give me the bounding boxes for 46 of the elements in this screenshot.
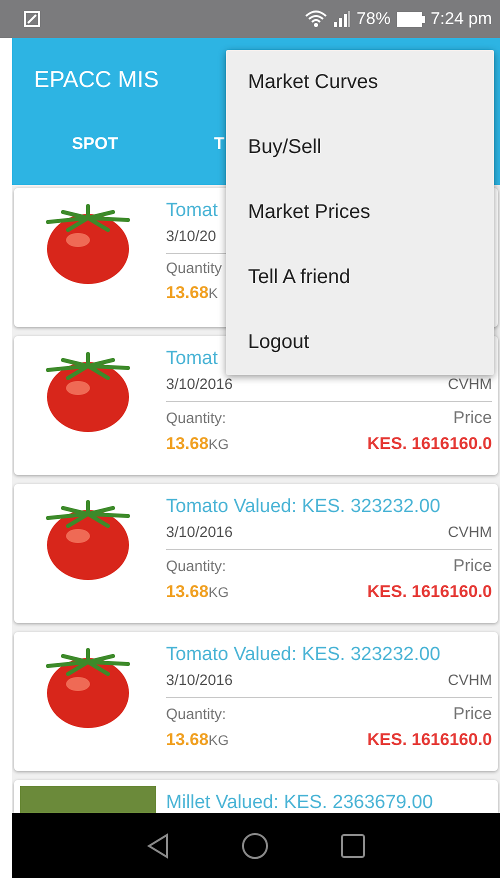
date-text: 3/10/2016 [166, 376, 233, 393]
quantity-label: Quantity: [166, 558, 226, 575]
code-text: CVHM [448, 376, 492, 393]
quantity-value: 13.68 [166, 434, 209, 453]
back-icon[interactable] [147, 832, 169, 858]
price-label: Price [453, 704, 492, 724]
quantity-value: 13.68 [166, 582, 209, 601]
unit-text: KG [208, 436, 229, 452]
quantity-label: Quantity: [166, 706, 226, 723]
menu-item[interactable]: Market Curves [226, 50, 494, 115]
card-title: Tomat [166, 200, 218, 221]
recents-icon[interactable] [341, 834, 365, 858]
unit-text: KG [208, 584, 229, 600]
price-label: Price [453, 556, 492, 576]
commodity-card[interactable]: Tomato Valued: KES. 323232.00 3/10/2016 CVHM Quantity: Price 13.68KG KES. 1616160.0 [14, 484, 498, 623]
menu-item[interactable]: Market Prices [226, 180, 494, 245]
card-title: Tomato Valued: KES. 323232.00 [166, 496, 440, 517]
quantity-value: 13.68 [166, 730, 209, 749]
quantity-label: Quantity: [166, 410, 226, 427]
clock-time: 7:24 pm [430, 9, 492, 29]
code-text: CVHM [448, 672, 492, 689]
battery-percent: 78% [356, 9, 391, 29]
code-text: CVHM [448, 524, 492, 541]
quantity-value: 13.68 [166, 283, 209, 302]
date-text: 3/10/2016 [166, 524, 233, 541]
image-icon [24, 11, 40, 27]
menu-item[interactable]: Buy/Sell [226, 115, 494, 180]
home-icon[interactable] [241, 832, 269, 860]
price-value: KES. 1616160.0 [367, 730, 492, 750]
date-text: 3/10/2016 [166, 672, 233, 689]
card-title: Millet Valued: KES. 2363679.00 [166, 792, 433, 813]
price-value: KES. 1616160.0 [367, 434, 492, 454]
price-label: Price [453, 408, 492, 428]
battery-icon [396, 12, 425, 26]
card-title: Tomato Valued: KES. 323232.00 [166, 644, 440, 665]
signal-icon [332, 11, 351, 27]
card-title: Tomat [166, 348, 218, 369]
wifi-icon [304, 10, 327, 28]
unit-text: K [208, 285, 218, 301]
menu-item[interactable]: Tell A friend [226, 245, 494, 310]
unit-text: KG [208, 732, 229, 748]
commodity-card[interactable]: Tomato Valued: KES. 323232.00 3/10/2016 CVHM Quantity: Price 13.68KG KES. 1616160.0 [14, 632, 498, 771]
quantity-label: Quantity [166, 260, 222, 277]
price-value: KES. 1616160.0 [367, 582, 492, 602]
app-title: EPACC MIS [34, 66, 159, 92]
date-text: 3/10/20 [166, 228, 216, 245]
